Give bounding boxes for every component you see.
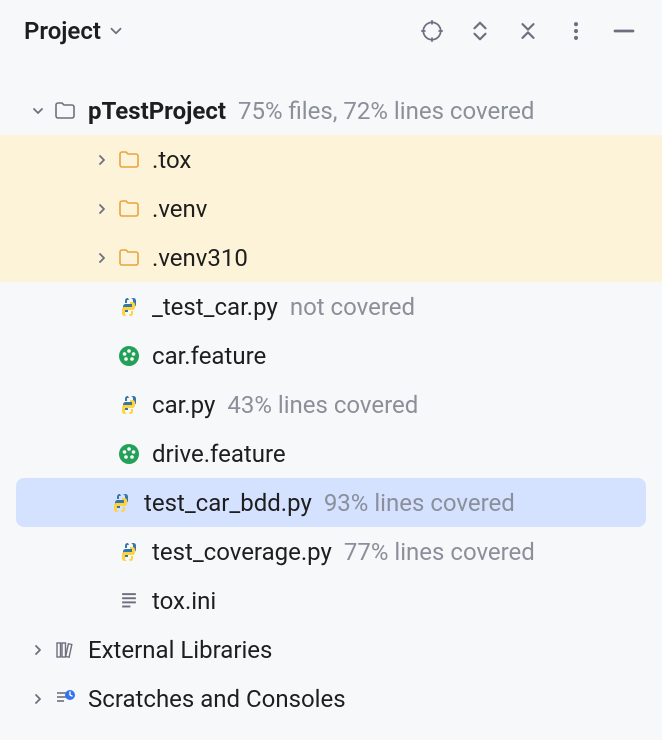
folder-excluded-icon (116, 147, 142, 173)
python-file-icon (108, 490, 134, 516)
python-file-icon (116, 392, 142, 418)
chevron-right-icon[interactable] (88, 152, 116, 168)
chevron-right-icon[interactable] (24, 642, 52, 658)
python-file-icon (116, 539, 142, 565)
text-file-icon (116, 588, 142, 614)
tree-file-row[interactable]: car.py 43% lines covered (0, 380, 662, 429)
project-tree: pTestProject 75% files, 72% lines covere… (0, 62, 662, 723)
scratches-consoles-label: Scratches and Consoles (88, 685, 346, 713)
file-name: drive.feature (152, 440, 286, 468)
tree-file-row[interactable]: tox.ini (0, 576, 662, 625)
cucumber-file-icon (116, 343, 142, 369)
folder-excluded-icon (116, 196, 142, 222)
folder-icon (52, 98, 78, 124)
tree-folder-row[interactable]: .venv310 (0, 233, 662, 282)
tree-file-row[interactable]: drive.feature (0, 429, 662, 478)
scratches-consoles-row[interactable]: Scratches and Consoles (0, 674, 662, 723)
minimize-icon[interactable] (602, 9, 646, 53)
locate-icon[interactable] (410, 9, 454, 53)
coverage-text: 93% lines covered (324, 489, 515, 517)
python-file-icon (116, 294, 142, 320)
file-name: tox.ini (152, 587, 216, 615)
tree-file-row[interactable]: _test_car.py not covered (0, 282, 662, 331)
file-name: _test_car.py (152, 293, 278, 321)
chevron-down-icon[interactable] (24, 103, 52, 119)
chevron-down-icon (107, 22, 125, 40)
project-root-row[interactable]: pTestProject 75% files, 72% lines covere… (0, 86, 662, 135)
folder-name: .tox (152, 146, 191, 174)
view-mode-dropdown[interactable]: Project (24, 17, 125, 45)
tree-folder-row[interactable]: .venv (0, 184, 662, 233)
file-name: test_coverage.py (152, 538, 332, 566)
folder-name: .venv310 (152, 244, 248, 272)
library-icon (52, 637, 78, 663)
cucumber-file-icon (116, 441, 142, 467)
chevron-right-icon[interactable] (88, 250, 116, 266)
file-name: test_car_bdd.py (144, 489, 312, 517)
project-root-name: pTestProject (88, 97, 226, 125)
collapse-all-icon[interactable] (506, 9, 550, 53)
coverage-text: 75% files, 72% lines covered (238, 97, 534, 125)
tree-file-row-selected[interactable]: test_car_bdd.py 93% lines covered (16, 478, 646, 527)
coverage-text: 43% lines covered (227, 391, 418, 419)
header: Project (0, 0, 662, 62)
panel-title: Project (24, 17, 101, 45)
folder-name: .venv (152, 195, 207, 223)
expand-collapse-icon[interactable] (458, 9, 502, 53)
more-options-icon[interactable] (554, 9, 598, 53)
scratches-icon (52, 686, 78, 712)
file-name: car.feature (152, 342, 266, 370)
project-tool-window: Project pT (0, 0, 662, 740)
chevron-right-icon[interactable] (24, 691, 52, 707)
external-libraries-label: External Libraries (88, 636, 272, 664)
file-name: car.py (152, 391, 215, 419)
folder-excluded-icon (116, 245, 142, 271)
tree-file-row[interactable]: car.feature (0, 331, 662, 380)
external-libraries-row[interactable]: External Libraries (0, 625, 662, 674)
chevron-right-icon[interactable] (88, 201, 116, 217)
tree-folder-row[interactable]: .tox (0, 135, 662, 184)
tree-file-row[interactable]: test_coverage.py 77% lines covered (0, 527, 662, 576)
coverage-text: not covered (290, 293, 415, 321)
coverage-text: 77% lines covered (344, 538, 535, 566)
